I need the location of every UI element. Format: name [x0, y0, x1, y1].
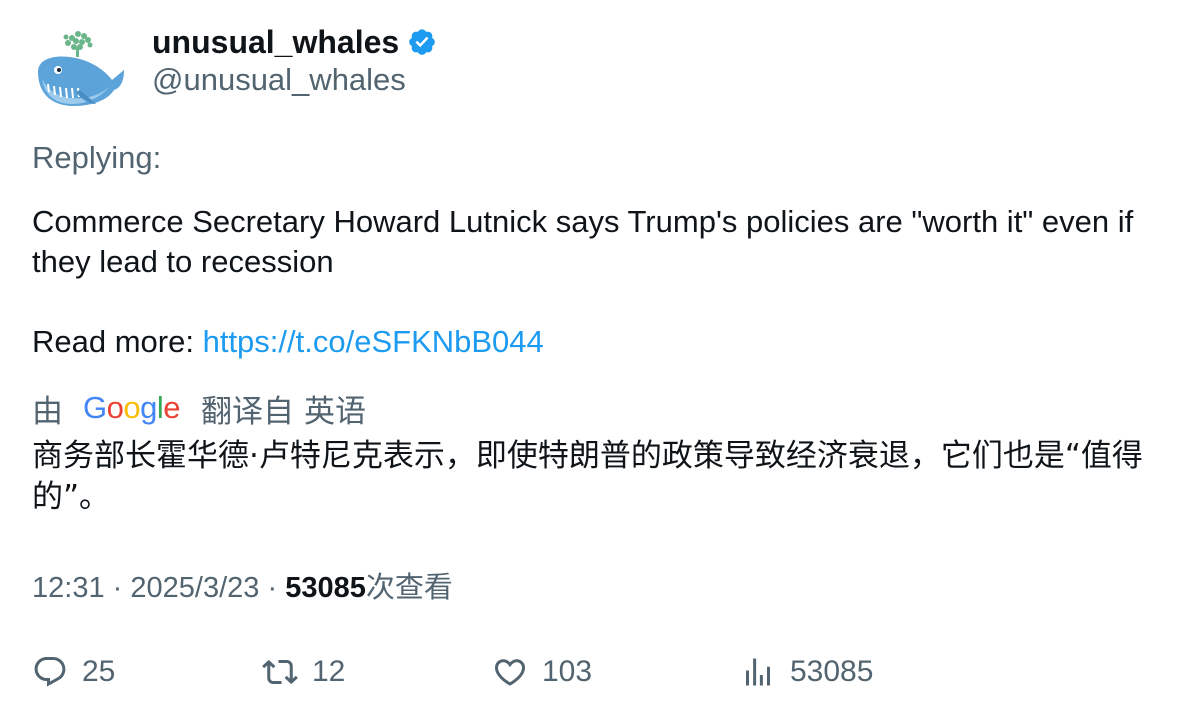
- heart-icon: [494, 659, 526, 686]
- author-display-name[interactable]: unusual_whales: [152, 24, 399, 61]
- translated-text: 商务部长霍华德·卢特尼克表示，即使特朗普的政策导致经济衰退，它们也是“值得的”。: [32, 438, 1143, 515]
- tweet-text: Commerce Secretary Howard Lutnick says T…: [32, 202, 1172, 362]
- verified-badge-icon: [409, 29, 435, 55]
- views-action-count: 53085: [790, 655, 874, 688]
- like-button[interactable]: 103: [492, 650, 592, 694]
- whale-icon: [38, 31, 124, 106]
- read-more-label: Read more:: [32, 324, 194, 359]
- translation-by-label: 由: [32, 393, 63, 430]
- replying-label: Replying:: [32, 140, 162, 175]
- tweet-link[interactable]: https://t.co/eSFKNbB044: [203, 324, 544, 359]
- reply-count: 25: [82, 655, 116, 688]
- translated-from-label: 翻译自: [201, 393, 294, 430]
- avatar[interactable]: [32, 26, 128, 112]
- source-language: 英语: [304, 393, 366, 430]
- tweet-meta: 12:31 · 2025/3/23 · 53085次查看: [32, 564, 453, 606]
- tweet-date[interactable]: 2025/3/23: [130, 572, 259, 604]
- read-more-line: Read more: https://t.co/eSFKNbB044: [32, 322, 1172, 362]
- meta-separator: ·: [267, 572, 278, 604]
- retweet-button[interactable]: 12: [262, 650, 345, 694]
- reply-icon: [34, 657, 66, 687]
- views-label: 次查看: [365, 570, 453, 604]
- analytics-icon: [746, 658, 770, 686]
- like-count: 103: [542, 655, 593, 688]
- retweet-icon: [262, 659, 298, 685]
- views-count: 53085: [285, 572, 366, 604]
- translation-attribution: 由 Google 翻译自 英语: [32, 386, 366, 430]
- reply-button[interactable]: 25: [32, 650, 115, 694]
- views-button[interactable]: 53085: [740, 650, 873, 694]
- svg-text:Google: Google: [83, 391, 180, 425]
- tweet-body: Commerce Secretary Howard Lutnick says T…: [32, 204, 1134, 279]
- meta-separator: ·: [112, 572, 123, 604]
- tweet-time[interactable]: 12:31: [32, 572, 105, 604]
- retweet-count: 12: [312, 655, 346, 688]
- google-logo-icon[interactable]: Google: [83, 391, 181, 425]
- author-handle[interactable]: @unusual_whales: [152, 62, 406, 98]
